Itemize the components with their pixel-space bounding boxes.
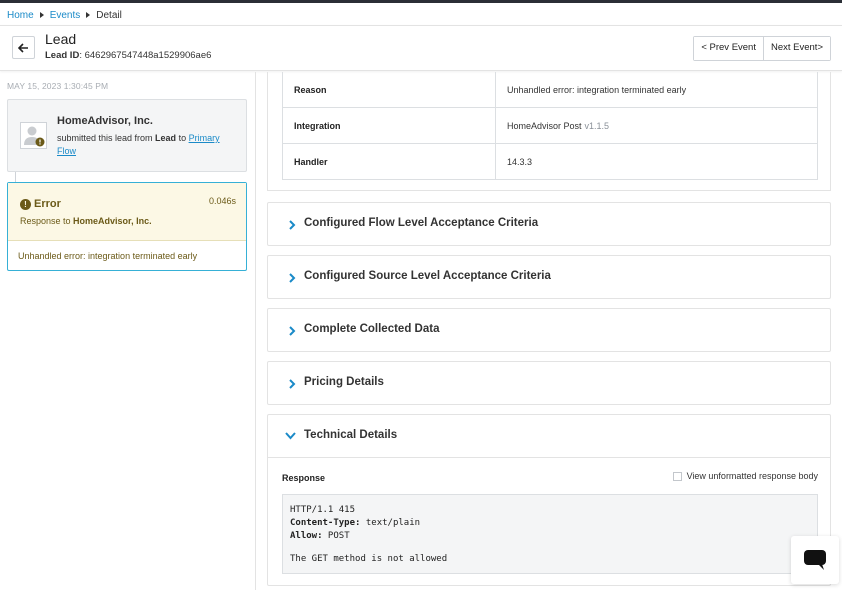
exclamation-circle-icon: ! bbox=[20, 199, 31, 210]
section-collected-data[interactable]: Complete Collected Data bbox=[267, 308, 831, 352]
table-key: Handler bbox=[283, 144, 496, 179]
table-row: Reason Unhandled error: integration term… bbox=[283, 72, 817, 107]
response-body-text: The GET method is not allowed bbox=[290, 554, 448, 564]
error-duration: 0.046s bbox=[208, 196, 236, 206]
error-response-to: Response to HomeAdvisor, Inc. bbox=[20, 216, 152, 226]
source-text: submitted this lead from bbox=[57, 133, 156, 143]
top-bar bbox=[0, 0, 842, 3]
source-text: to bbox=[176, 133, 189, 143]
source-name: HomeAdvisor, Inc. bbox=[57, 115, 153, 127]
response-status-line: HTTP/1.1 415 bbox=[290, 505, 356, 515]
breadcrumb-home[interactable]: Home bbox=[7, 10, 34, 21]
section-label: Configured Flow Level Acceptance Criteri… bbox=[304, 217, 539, 229]
unformatted-checkbox[interactable] bbox=[672, 471, 682, 481]
error-response-prefix: Response to bbox=[20, 216, 74, 226]
table-key: Reason bbox=[283, 72, 496, 107]
page-header: Lead Lead ID: 6462967547448a1529906ae6 <… bbox=[0, 25, 842, 71]
source-flow-word: Lead bbox=[155, 133, 177, 143]
table-row: Integration HomeAdvisor Post v1.1.5 bbox=[283, 107, 817, 143]
error-response-target: HomeAdvisor, Inc. bbox=[73, 216, 152, 226]
source-event-card[interactable]: HomeAdvisor, Inc. submitted this lead fr… bbox=[7, 99, 247, 172]
lead-id: Lead ID: 6462967547448a1529906ae6 bbox=[45, 50, 211, 61]
table-value-text: Unhandled error: integration terminated … bbox=[507, 84, 687, 95]
lead-id-label: Lead ID bbox=[45, 50, 80, 61]
details-card: Reason Unhandled error: integration term… bbox=[267, 72, 831, 191]
chevron-right-icon bbox=[289, 220, 296, 230]
response-header-line: Allow: POST bbox=[290, 530, 810, 543]
table-key: Integration bbox=[283, 108, 496, 143]
chevron-right-icon bbox=[289, 379, 296, 389]
table-value: 14.3.3 bbox=[496, 144, 817, 179]
source-description: submitted this lead from Lead to Primary… bbox=[57, 132, 237, 158]
section-label: Configured Source Level Acceptance Crite… bbox=[304, 270, 551, 282]
timeline-connector bbox=[15, 172, 16, 182]
section-label: Technical Details bbox=[304, 429, 398, 441]
breadcrumb-events[interactable]: Events bbox=[50, 10, 81, 21]
back-button[interactable] bbox=[12, 36, 35, 59]
header-key: Allow: bbox=[290, 531, 323, 541]
next-event-button[interactable]: Next Event> bbox=[762, 37, 830, 60]
header-key: Content-Type: bbox=[290, 518, 361, 528]
header-value: POST bbox=[322, 531, 350, 541]
error-message: Unhandled error: integration terminated … bbox=[18, 251, 198, 261]
table-value: HomeAdvisor Post v1.1.5 bbox=[496, 108, 817, 143]
chat-bubble-icon bbox=[804, 550, 826, 570]
error-event-card[interactable]: ! Error 0.046s Response to HomeAdvisor, … bbox=[7, 182, 247, 271]
response-header-line: Content-Type: text/plain bbox=[290, 517, 810, 530]
lead-id-value: : 6462967547448a1529906ae6 bbox=[79, 50, 212, 61]
header-value: text/plain bbox=[360, 518, 421, 528]
table-value-text: 14.3.3 bbox=[507, 156, 533, 167]
error-card-header: ! Error 0.046s Response to HomeAdvisor, … bbox=[8, 183, 246, 241]
breadcrumb-separator-icon bbox=[86, 12, 91, 18]
section-label: Complete Collected Data bbox=[304, 323, 440, 335]
section-flow-acceptance[interactable]: Configured Flow Level Acceptance Criteri… bbox=[267, 202, 831, 246]
response-body: HTTP/1.1 415 Content-Type: text/plain Al… bbox=[282, 494, 818, 574]
section-source-acceptance[interactable]: Configured Source Level Acceptance Crite… bbox=[267, 255, 831, 299]
breadcrumb-separator-icon bbox=[39, 12, 44, 18]
breadcrumb: Home Events Detail bbox=[7, 9, 122, 21]
details-table: Reason Unhandled error: integration term… bbox=[282, 72, 818, 180]
arrow-left-icon bbox=[18, 42, 28, 53]
response-label: Response bbox=[282, 473, 326, 483]
unformatted-toggle[interactable]: View unformatted response body bbox=[672, 471, 818, 481]
section-pricing-details[interactable]: Pricing Details bbox=[267, 361, 831, 405]
table-value-text: HomeAdvisor Post bbox=[507, 120, 582, 131]
event-nav: < Prev Event Next Event> bbox=[693, 36, 831, 61]
breadcrumb-current: Detail bbox=[96, 9, 122, 21]
event-timeline: MAY 15, 2023 1:30:45 PM HomeAdvisor, Inc… bbox=[0, 72, 256, 590]
chat-widget-button[interactable] bbox=[791, 536, 839, 584]
technical-details-header[interactable]: Technical Details bbox=[268, 415, 830, 458]
user-avatar-icon bbox=[20, 122, 47, 149]
section-label: Pricing Details bbox=[304, 376, 384, 388]
section-technical-details: Technical Details Response View unformat… bbox=[267, 414, 831, 586]
event-date: MAY 15, 2023 1:30:45 PM bbox=[7, 81, 109, 91]
table-row: Handler 14.3.3 bbox=[283, 143, 817, 179]
integration-version: v1.1.5 bbox=[584, 120, 610, 131]
unformatted-label: View unformatted response body bbox=[686, 471, 818, 481]
chevron-right-icon bbox=[289, 326, 296, 336]
error-title: Error bbox=[34, 198, 61, 210]
chevron-right-icon bbox=[289, 273, 296, 283]
chevron-down-icon bbox=[285, 432, 296, 440]
table-value: Unhandled error: integration terminated … bbox=[496, 72, 817, 107]
prev-event-button[interactable]: < Prev Event bbox=[694, 37, 763, 60]
page-title: Lead bbox=[45, 31, 77, 47]
